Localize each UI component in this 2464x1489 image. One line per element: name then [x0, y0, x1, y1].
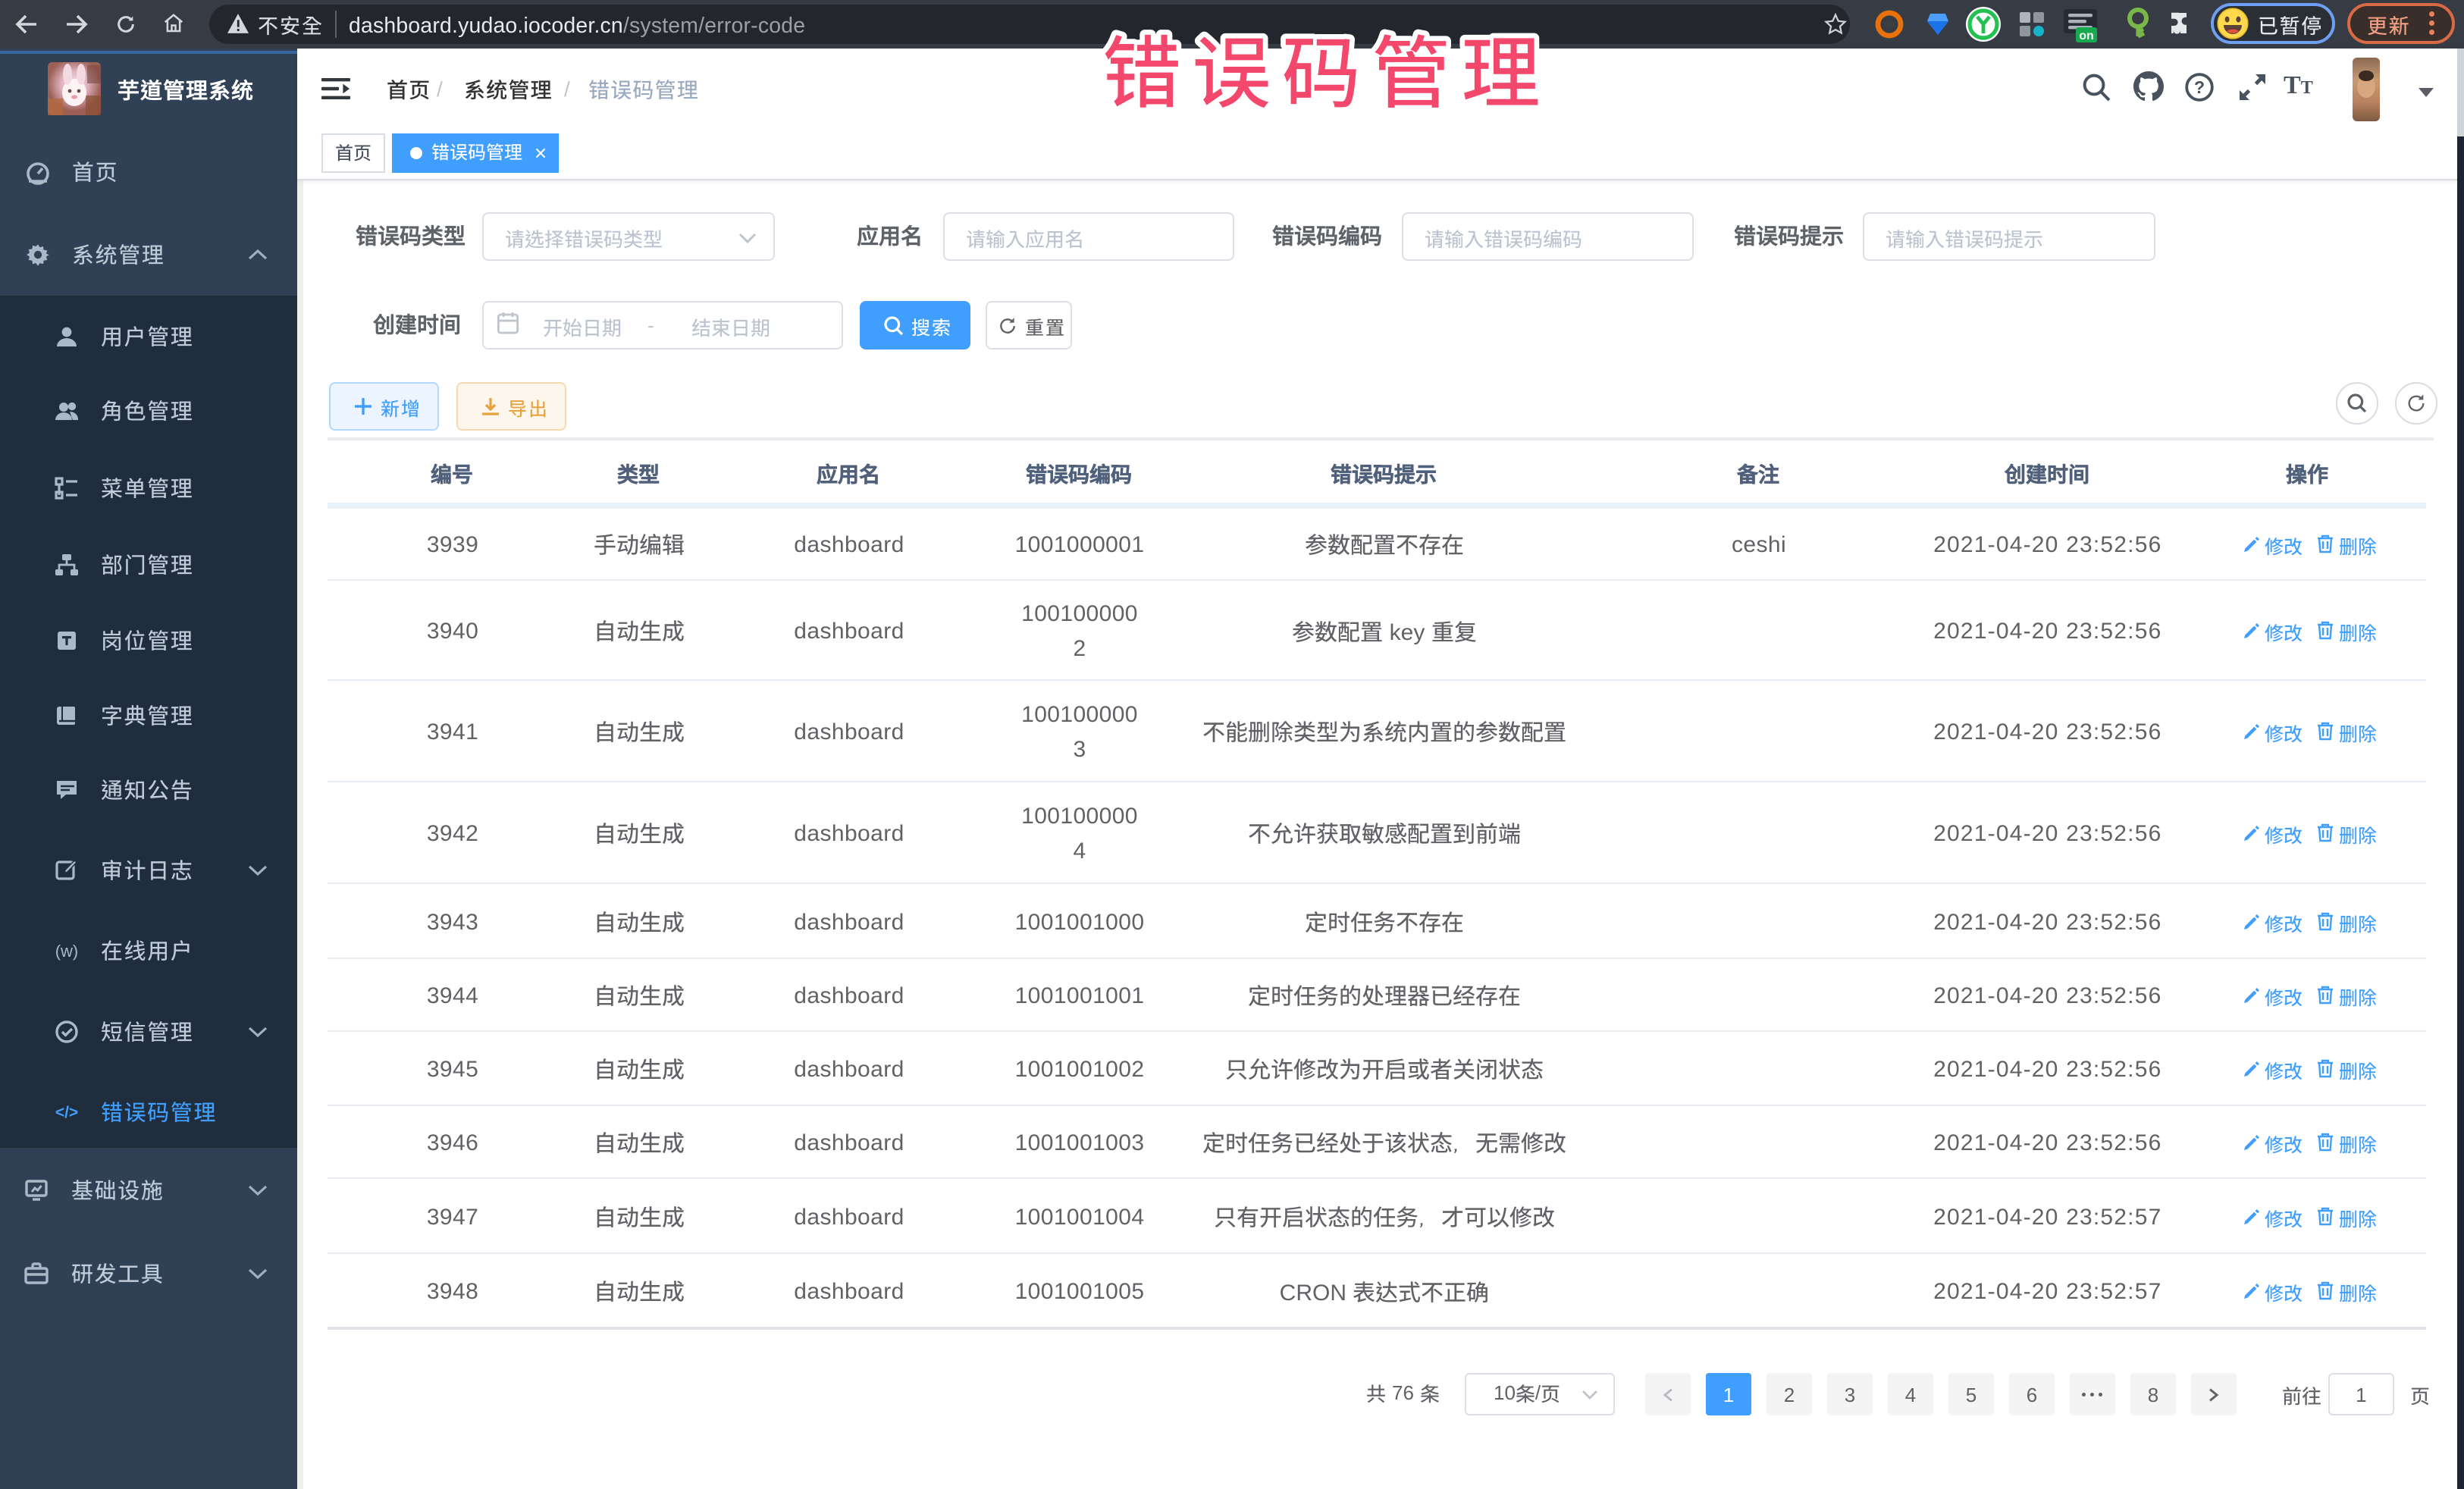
svg-text:(w): (w): [55, 942, 79, 961]
svg-text:</>: </>: [55, 1104, 78, 1121]
svg-text:?: ?: [2194, 77, 2205, 97]
svg-text:on: on: [2079, 30, 2094, 42]
